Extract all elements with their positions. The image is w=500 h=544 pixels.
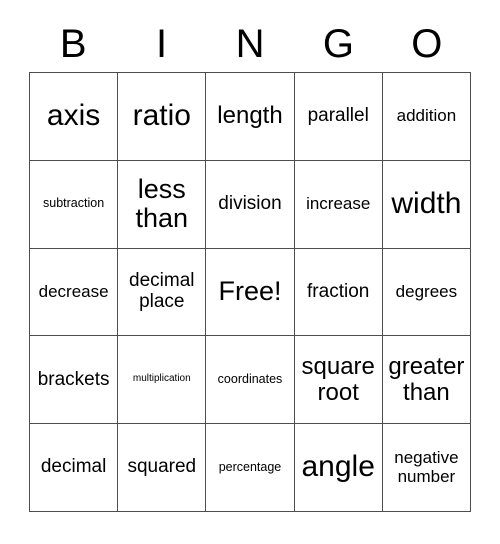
bingo-cell-label: decimal place <box>129 270 195 312</box>
bingo-cell-label: percentage <box>218 459 282 474</box>
bingo-cell-label: angle <box>301 450 375 484</box>
bingo-cell-label: square root <box>301 352 375 406</box>
bingo-cell-label: increase <box>306 194 371 214</box>
bingo-cell-label: degrees <box>395 281 458 301</box>
bingo-cell[interactable]: increase <box>294 160 383 249</box>
bingo-cell-label: squared <box>127 456 197 478</box>
bingo-cell[interactable]: percentage <box>206 424 295 512</box>
bingo-cell-label: decimal <box>40 456 107 478</box>
bingo-cell-label: subtraction <box>43 196 105 211</box>
bingo-cell[interactable]: ratio <box>118 73 207 161</box>
bingo-header-row: B I N G O <box>29 16 471 72</box>
bingo-cell[interactable]: degrees <box>382 248 471 337</box>
bingo-cell[interactable]: parallel <box>294 73 383 161</box>
bingo-card: B I N G O axis ratio length parallel additio… <box>0 0 500 544</box>
bingo-header-letter-g: G <box>322 22 354 66</box>
bingo-grid: axis ratio length parallel addition subtracti… <box>29 72 471 512</box>
bingo-cell[interactable]: coordinates <box>206 336 295 425</box>
bingo-cell-label: multiplication <box>132 373 191 385</box>
bingo-cell[interactable]: width <box>382 160 471 249</box>
bingo-cell[interactable]: subtraction <box>30 160 119 249</box>
bingo-cell[interactable]: greater than <box>382 336 471 425</box>
bingo-cell[interactable]: brackets <box>30 336 119 425</box>
bingo-header-letter-o: O <box>411 22 443 66</box>
bingo-cell-label: axis <box>46 99 101 133</box>
bingo-cell-label: width <box>391 187 462 220</box>
bingo-cell[interactable]: decimal <box>30 424 119 512</box>
bingo-cell-label: less than <box>135 174 189 234</box>
bingo-header-letter-i: I <box>156 22 168 66</box>
bingo-cell-label: Free! <box>218 276 282 307</box>
bingo-cell[interactable]: angle <box>294 424 383 512</box>
bingo-cell[interactable]: addition <box>382 73 471 161</box>
bingo-cell[interactable]: fraction <box>294 248 383 337</box>
bingo-cell-label: length <box>217 102 283 130</box>
bingo-cell-label: parallel <box>307 105 369 127</box>
bingo-cell-label: ratio <box>132 99 191 133</box>
bingo-cell-free-space[interactable]: Free! <box>206 248 295 337</box>
bingo-cell[interactable]: division <box>206 160 295 249</box>
bingo-cell-label: division <box>218 192 282 214</box>
bingo-cell[interactable]: decrease <box>30 248 119 337</box>
bingo-cell-label: negative number <box>394 448 459 486</box>
bingo-header-letter-b: B <box>59 22 87 66</box>
bingo-cell[interactable]: axis <box>30 73 119 161</box>
bingo-cell[interactable]: decimal place <box>118 248 207 337</box>
bingo-cell[interactable]: squared <box>118 424 207 512</box>
bingo-cell[interactable]: multiplication <box>118 336 207 425</box>
bingo-cell[interactable]: length <box>206 73 295 161</box>
bingo-cell[interactable]: negative number <box>382 424 471 512</box>
bingo-cell-label: greater than <box>388 352 465 406</box>
bingo-cell-label: brackets <box>37 368 110 390</box>
bingo-cell-label: fraction <box>307 280 370 302</box>
bingo-cell-label: coordinates <box>217 372 283 387</box>
bingo-cell[interactable]: square root <box>294 336 383 425</box>
bingo-header-letter-n: N <box>235 22 265 66</box>
bingo-cell-label: decrease <box>38 281 109 301</box>
bingo-cell-label: addition <box>396 106 457 126</box>
bingo-cell[interactable]: less than <box>118 160 207 249</box>
